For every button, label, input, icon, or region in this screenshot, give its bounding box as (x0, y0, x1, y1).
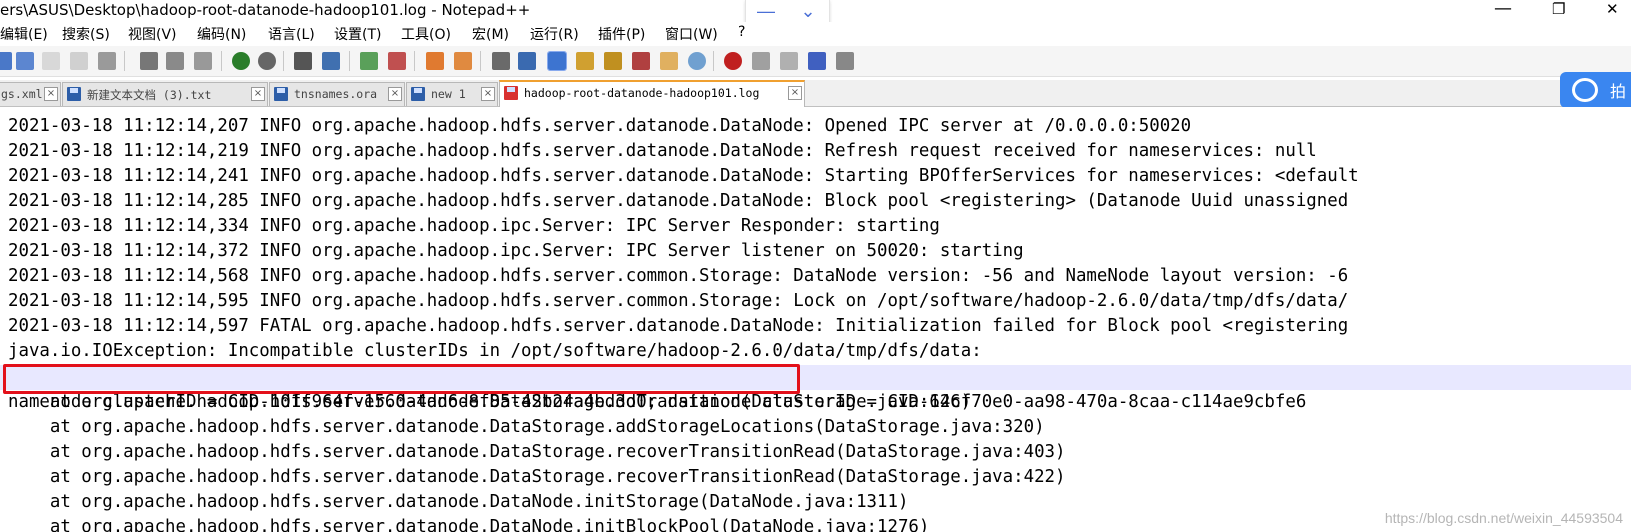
monitoring-icon[interactable] (688, 52, 706, 70)
tab-hadoop-log[interactable]: hadoop-root-datanode-hadoop101.log × (499, 80, 805, 107)
window-title: ers\ASUS\Desktop\hadoop-root-datanode-ha… (0, 1, 531, 19)
toolbar-separator (713, 51, 714, 71)
tab-gs-xml[interactable]: gs.xml × (0, 82, 61, 106)
close-tab-icon[interactable]: × (251, 87, 265, 101)
menu-tools[interactable]: 工具(O) (401, 24, 451, 44)
toolbar-separator (283, 51, 284, 71)
floating-button-label: 拍 (1610, 82, 1627, 101)
menu-language[interactable]: 语言(L) (268, 24, 315, 44)
watermark: https://blog.csdn.net/weixin_44593504 (1384, 510, 1623, 526)
indent-guide-icon[interactable] (547, 51, 567, 71)
menu-edit[interactable]: 编辑(E) (0, 24, 48, 44)
toolbar-separator (349, 51, 350, 71)
cloud-icon (1572, 78, 1598, 102)
save-all-icon[interactable] (16, 52, 34, 70)
log-line: at org.apache.hadoop.hdfs.server.datanod… (8, 442, 1066, 462)
editor-text-area[interactable]: 2021-03-18 11:12:14,207 INFO org.apache.… (0, 107, 1631, 532)
function-list-icon[interactable] (632, 52, 650, 70)
menu-settings[interactable]: 设置(T) (334, 24, 381, 44)
toolbar-separator (124, 51, 125, 71)
log-line: java.io.IOException: Incompatible cluste… (8, 341, 982, 361)
run-macro-multiple-icon[interactable] (808, 52, 826, 70)
tab-label: new 1 (431, 87, 466, 101)
sync-vertical-icon[interactable] (426, 52, 444, 70)
menu-run[interactable]: 运行(R) (530, 24, 579, 44)
find-icon[interactable] (294, 52, 312, 70)
menu-window[interactable]: 窗口(W) (665, 24, 718, 44)
tab-label: 新建文本文档 (3).txt (87, 88, 212, 102)
log-line: 2021-03-18 11:12:14,568 INFO org.apache.… (8, 266, 1349, 286)
log-line: 2021-03-18 11:12:14,595 INFO org.apache.… (8, 291, 1349, 311)
menu-help[interactable]: ? (738, 24, 745, 40)
log-line: at org.apache.hadoop.hdfs.server.datanod… (8, 467, 1066, 487)
saved-file-icon (411, 87, 425, 101)
document-tab-bar: gs.xml × 新建文本文档 (3).txt × tnsnames.ora ×… (0, 80, 1631, 107)
log-line: 2021-03-18 11:12:14,219 INFO org.apache.… (8, 141, 1317, 161)
menu-macro[interactable]: 宏(M) (472, 24, 509, 44)
copy-icon[interactable] (166, 52, 184, 70)
toolbar-separator (480, 51, 481, 71)
paste-icon[interactable] (194, 52, 212, 70)
restore-icon[interactable]: ❐ (1552, 0, 1565, 18)
play-macro-icon[interactable] (780, 52, 798, 70)
redo-icon[interactable] (258, 52, 276, 70)
log-line: 2021-03-18 11:12:14,334 INFO org.apache.… (8, 216, 940, 236)
toolbar (0, 46, 1631, 77)
title-bar: ers\ASUS\Desktop\hadoop-root-datanode-ha… (0, 0, 1631, 27)
log-line: 2021-03-18 11:12:14,597 FATAL org.apache… (8, 316, 1349, 336)
toolbar-separator (221, 51, 222, 71)
menu-search[interactable]: 搜索(S) (62, 24, 110, 44)
log-line: at org.apache.hadoop.hdfs.server.datanod… (8, 492, 909, 512)
lang-define-icon[interactable] (576, 52, 594, 70)
tab-new-1[interactable]: new 1 × (406, 82, 498, 106)
close-icon[interactable]: ✕ (1606, 0, 1619, 18)
log-line: 2021-03-18 11:12:14,241 INFO org.apache.… (8, 166, 1359, 186)
menu-bar: 编辑(E) 搜索(S) 视图(V) 编码(N) 语言(L) 设置(T) 工具(O… (0, 22, 1631, 44)
tab-label: hadoop-root-datanode-hadoop101.log (524, 86, 760, 100)
menu-plugins[interactable]: 插件(P) (598, 24, 645, 44)
show-all-chars-icon[interactable] (518, 52, 536, 70)
zoom-in-icon[interactable] (360, 52, 378, 70)
cut-icon[interactable] (140, 52, 158, 70)
minimize-icon[interactable]: — (1494, 0, 1512, 19)
doc-map-icon[interactable] (604, 52, 622, 70)
close-tab-icon[interactable]: × (788, 86, 802, 100)
log-line: 2021-03-18 11:12:14,207 INFO org.apache.… (8, 116, 1192, 136)
tab-new-text-document[interactable]: 新建文本文档 (3).txt × (62, 82, 268, 106)
log-line: at org.apache.hadoop.hdfs.server.datanod… (8, 517, 930, 532)
folder-workspace-icon[interactable] (660, 52, 678, 70)
sync-horizontal-icon[interactable] (454, 52, 472, 70)
tab-tnsnames[interactable]: tnsnames.ora × (269, 82, 405, 106)
unsaved-file-icon (504, 86, 518, 100)
close-file-icon[interactable] (42, 52, 60, 70)
tab-label: gs.xml (1, 87, 43, 101)
record-macro-icon[interactable] (724, 52, 742, 70)
annotation-highlight-box (3, 364, 800, 394)
log-line: at org.apache.hadoop.hdfs.server.datanod… (8, 417, 1045, 437)
stop-macro-icon[interactable] (752, 52, 770, 70)
print-icon[interactable] (98, 52, 116, 70)
zoom-out-icon[interactable] (388, 52, 406, 70)
tab-label: tnsnames.ora (294, 87, 378, 101)
close-tab-icon[interactable]: × (388, 87, 402, 101)
floating-cloud-button[interactable]: 拍 (1560, 72, 1631, 108)
saved-file-icon (274, 87, 288, 101)
save-icon[interactable] (0, 52, 12, 70)
undo-icon[interactable] (232, 52, 250, 70)
log-line: 2021-03-18 11:12:14,372 INFO org.apache.… (8, 241, 1024, 261)
word-wrap-icon[interactable] (492, 52, 510, 70)
replace-icon[interactable] (322, 52, 340, 70)
toolbar-separator (414, 51, 415, 71)
menu-encoding[interactable]: 编码(N) (197, 24, 246, 44)
menu-view[interactable]: 视图(V) (128, 24, 177, 44)
close-tab-icon[interactable]: × (44, 87, 58, 101)
log-line: 2021-03-18 11:12:14,285 INFO org.apache.… (8, 191, 1349, 211)
close-tab-icon[interactable]: × (481, 87, 495, 101)
close-all-icon[interactable] (70, 52, 88, 70)
saved-file-icon (67, 87, 81, 101)
save-macro-icon[interactable] (836, 52, 854, 70)
